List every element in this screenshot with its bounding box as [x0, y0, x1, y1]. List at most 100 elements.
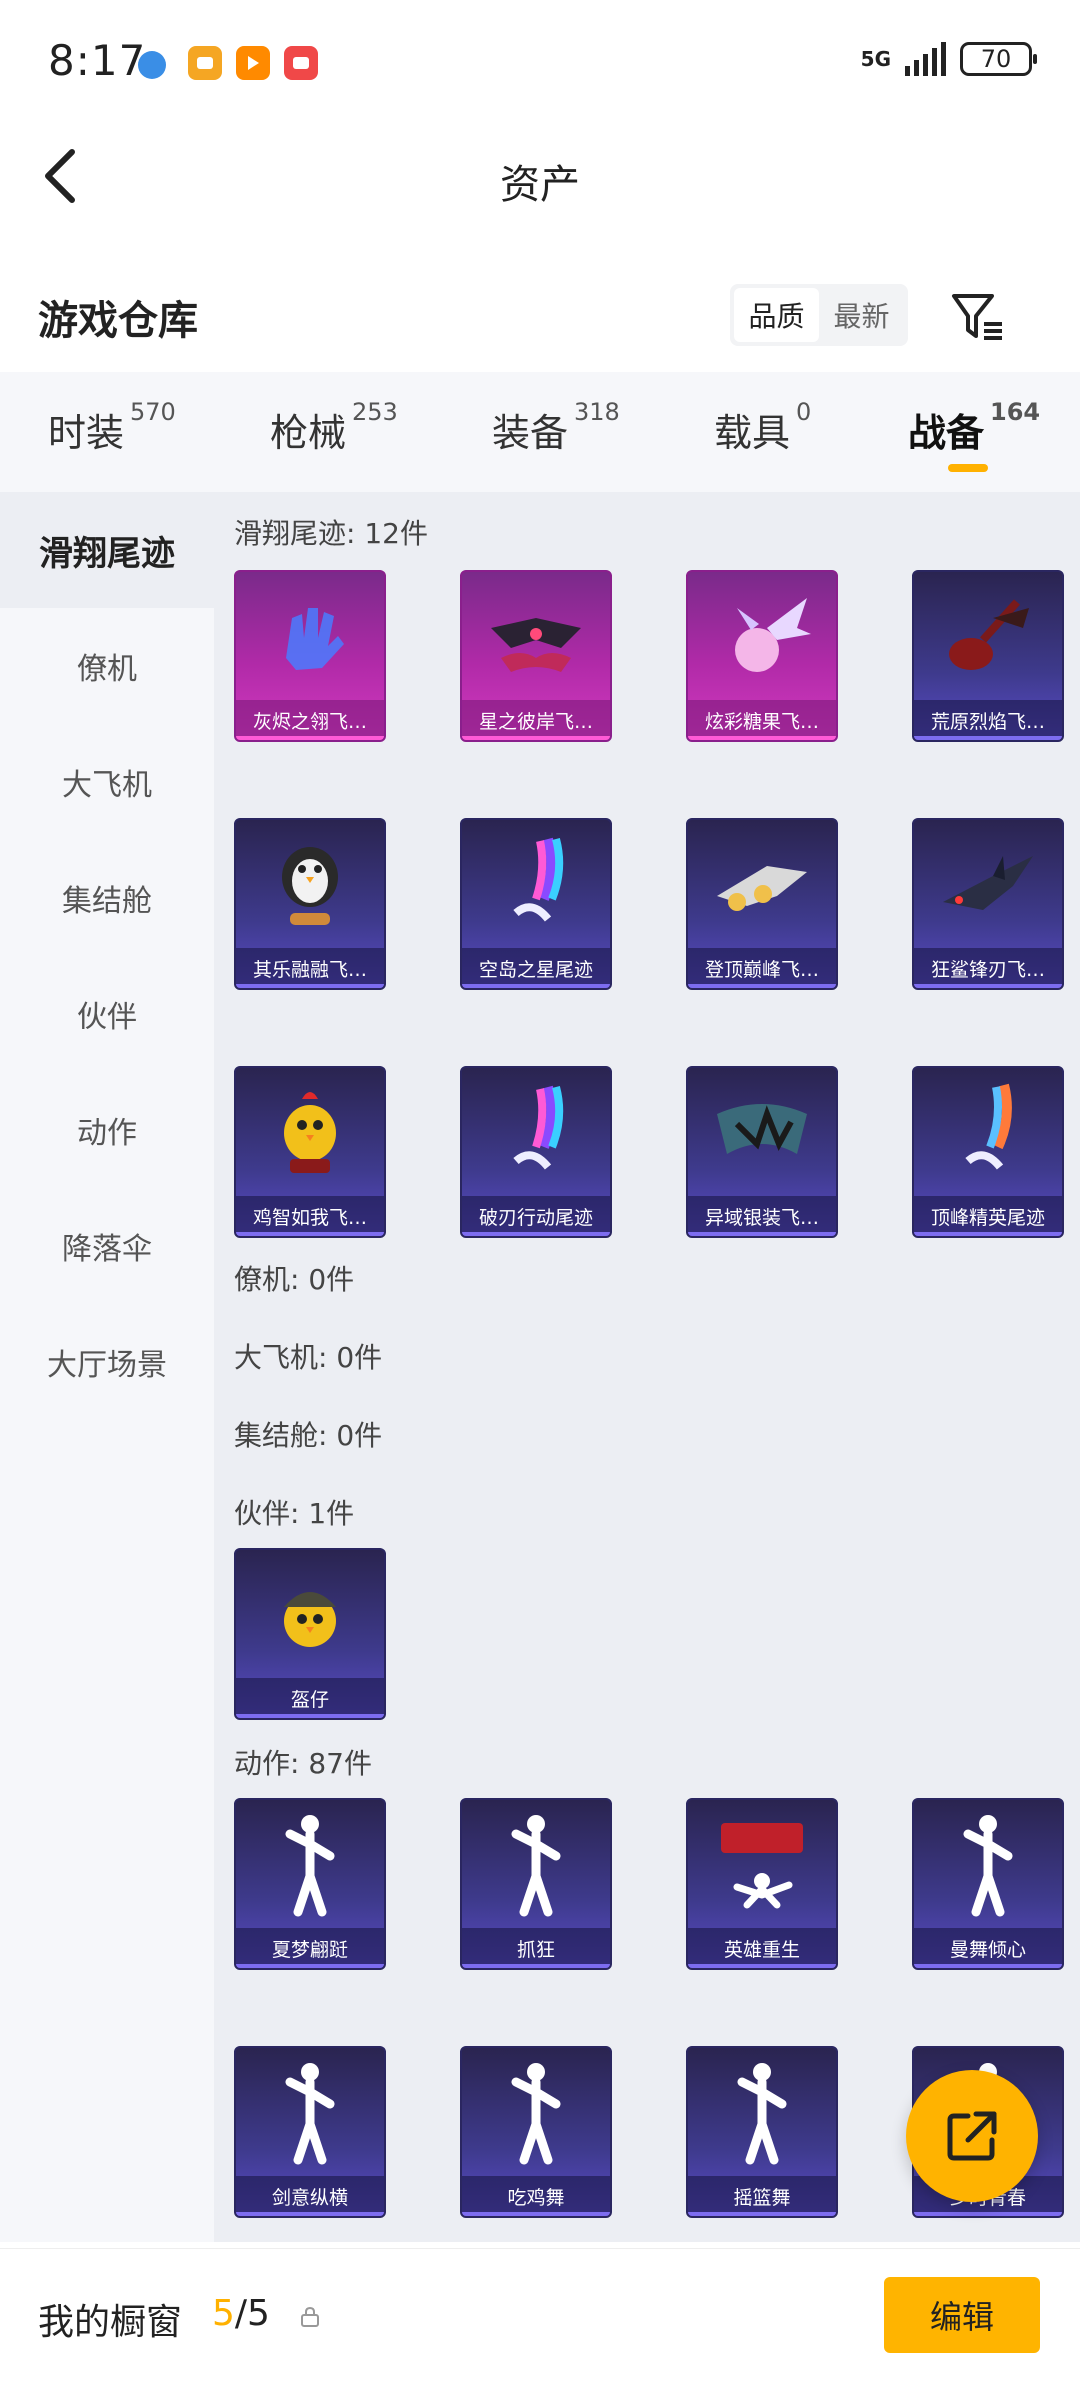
dancer-icon — [236, 1800, 384, 1928]
item-card[interactable]: 空岛之星尾迹 — [460, 818, 612, 990]
item-card[interactable]: 荒原烈焰飞… — [912, 570, 1064, 742]
jet-icon — [688, 820, 836, 948]
tab-guns[interactable]: 枪械 253 — [270, 398, 398, 457]
item-name: 灰烬之翎飞… — [236, 700, 384, 740]
glove-icon — [236, 572, 384, 700]
item-card[interactable]: 登顶巅峰飞… — [686, 818, 838, 990]
tab-combat-gear[interactable]: 战备 164 — [908, 398, 1040, 457]
item-name: 异域银装飞… — [688, 1196, 836, 1236]
item-card[interactable]: 星之彼岸飞… — [460, 570, 612, 742]
browser-icon — [138, 51, 166, 79]
sidebar-item-plane[interactable]: 大飞机 — [0, 724, 214, 840]
tab-count: 570 — [130, 398, 176, 426]
item-name: 剑意纵横 — [236, 2176, 384, 2216]
rainbow-trail-icon — [462, 820, 610, 948]
showcase-current: 5 — [212, 2293, 235, 2334]
rarity-stripe — [688, 984, 836, 988]
rarity-stripe — [462, 2212, 610, 2216]
item-card[interactable]: 抓狂 — [460, 1798, 612, 1970]
item-card[interactable]: 吃鸡舞 — [460, 2046, 612, 2218]
group-title-wingman: 僚机: 0件 — [234, 1263, 355, 1296]
silver-wing-icon — [688, 1068, 836, 1196]
item-name: 吃鸡舞 — [462, 2176, 610, 2216]
item-card[interactable]: 破刃行动尾迹 — [460, 1066, 612, 1238]
item-card[interactable]: 灰烬之翎飞… — [234, 570, 386, 742]
share-fab-button[interactable] — [906, 2070, 1038, 2202]
tab-equipment[interactable]: 装备 318 — [492, 398, 620, 457]
status-right: 5G 70 — [860, 42, 1037, 76]
item-card[interactable]: 炫彩糖果飞… — [686, 570, 838, 742]
rarity-stripe — [914, 1964, 1062, 1968]
dancer-icon — [462, 2048, 610, 2176]
notes-icon — [188, 46, 222, 80]
tab-vehicles[interactable]: 载具 0 — [714, 398, 811, 457]
rarity-stripe — [236, 1232, 384, 1236]
item-name: 英雄重生 — [688, 1928, 836, 1968]
sidebar-item-lobby-scene[interactable]: 大厅场景 — [0, 1304, 214, 1420]
group-title-partner: 伙伴: 1件 — [234, 1497, 355, 1530]
item-card[interactable]: 鸡智如我飞… — [234, 1066, 386, 1238]
rarity-stripe — [462, 736, 610, 740]
sidebar-item-wingman[interactable]: 僚机 — [0, 608, 214, 724]
external-link-icon — [947, 2111, 997, 2161]
sidebar-item-pod[interactable]: 集结舱 — [0, 840, 214, 956]
item-name: 夏梦翩跹 — [236, 1928, 384, 1968]
sidebar-item-partner[interactable]: 伙伴 — [0, 956, 214, 1072]
item-card[interactable]: 狂鲨锋刃飞… — [912, 818, 1064, 990]
item-name: 摇篮舞 — [688, 2176, 836, 2216]
item-card[interactable]: 剑意纵横 — [234, 2046, 386, 2218]
item-card[interactable]: 英雄重生 — [686, 1798, 838, 1970]
tab-count: 164 — [990, 398, 1041, 426]
penguin-icon — [236, 820, 384, 948]
item-card[interactable]: 摇篮舞 — [686, 2046, 838, 2218]
rarity-stripe — [462, 984, 610, 988]
dancer-icon — [688, 2048, 836, 2176]
rarity-stripe — [688, 1964, 836, 1968]
tab-label: 载具 — [714, 411, 791, 455]
sidebar-item-glide-trail[interactable]: 滑翔尾迹 — [0, 492, 214, 608]
tab-label: 枪械 — [270, 411, 347, 455]
rarity-stripe — [688, 736, 836, 740]
rainbow-trail-icon — [462, 1068, 610, 1196]
sidebar-item-parachute[interactable]: 降落伞 — [0, 1188, 214, 1304]
rarity-stripe — [462, 1964, 610, 1968]
nav-bar: 资产 — [0, 120, 1080, 240]
item-name: 星之彼岸飞… — [462, 700, 610, 740]
sort-quality-button[interactable]: 品质 — [734, 288, 819, 342]
tab-label: 装备 — [492, 411, 569, 455]
rarity-stripe — [914, 984, 1062, 988]
status-bar: 8:17 5G 70 — [0, 0, 1080, 120]
network-label: 5G — [860, 47, 891, 71]
group-title-plane: 大飞机: 0件 — [234, 1341, 383, 1374]
filter-button[interactable] — [948, 286, 1008, 346]
item-card[interactable]: 曼舞倾心 — [912, 1798, 1064, 1970]
sort-newest-button[interactable]: 最新 — [819, 288, 904, 342]
item-card[interactable]: 盔仔 — [234, 1548, 386, 1720]
rarity-stripe — [462, 1232, 610, 1236]
category-tabs: 时装 570 枪械 253 装备 318 载具 0 战备 164 — [0, 372, 1080, 492]
sidebar-item-emote[interactable]: 动作 — [0, 1072, 214, 1188]
tab-label: 时装 — [48, 411, 125, 455]
item-card[interactable]: 其乐融融飞… — [234, 818, 386, 990]
edit-button[interactable]: 编辑 — [884, 2277, 1040, 2353]
status-app-icons — [138, 46, 318, 80]
video-icon — [236, 46, 270, 80]
rarity-stripe — [914, 2212, 1062, 2216]
item-grid-area: 滑翔尾迹: 12件 灰烬之翎飞… 星之彼岸飞… 炫彩糖果飞… 荒原烈焰飞… 其乐融融飞…… — [214, 492, 1080, 2242]
item-name: 荒原烈焰飞… — [914, 700, 1062, 740]
rarity-stripe — [236, 736, 384, 740]
item-card[interactable]: 异域银装飞… — [686, 1066, 838, 1238]
item-card[interactable]: 顶峰精英尾迹 — [912, 1066, 1064, 1238]
item-name: 顶峰精英尾迹 — [914, 1196, 1062, 1236]
rarity-stripe — [236, 984, 384, 988]
item-name: 其乐融融飞… — [236, 948, 384, 988]
item-name: 抓狂 — [462, 1928, 610, 1968]
active-tab-indicator — [948, 464, 988, 472]
tab-fashion[interactable]: 时装 570 — [48, 398, 176, 457]
tab-count: 0 — [796, 398, 812, 426]
group-title-pod: 集结舱: 0件 — [234, 1419, 383, 1452]
helmet-chick-icon — [236, 1550, 384, 1678]
showcase-count: 5/5 — [212, 2293, 270, 2334]
shark-icon — [914, 820, 1062, 948]
item-card[interactable]: 夏梦翩跹 — [234, 1798, 386, 1970]
